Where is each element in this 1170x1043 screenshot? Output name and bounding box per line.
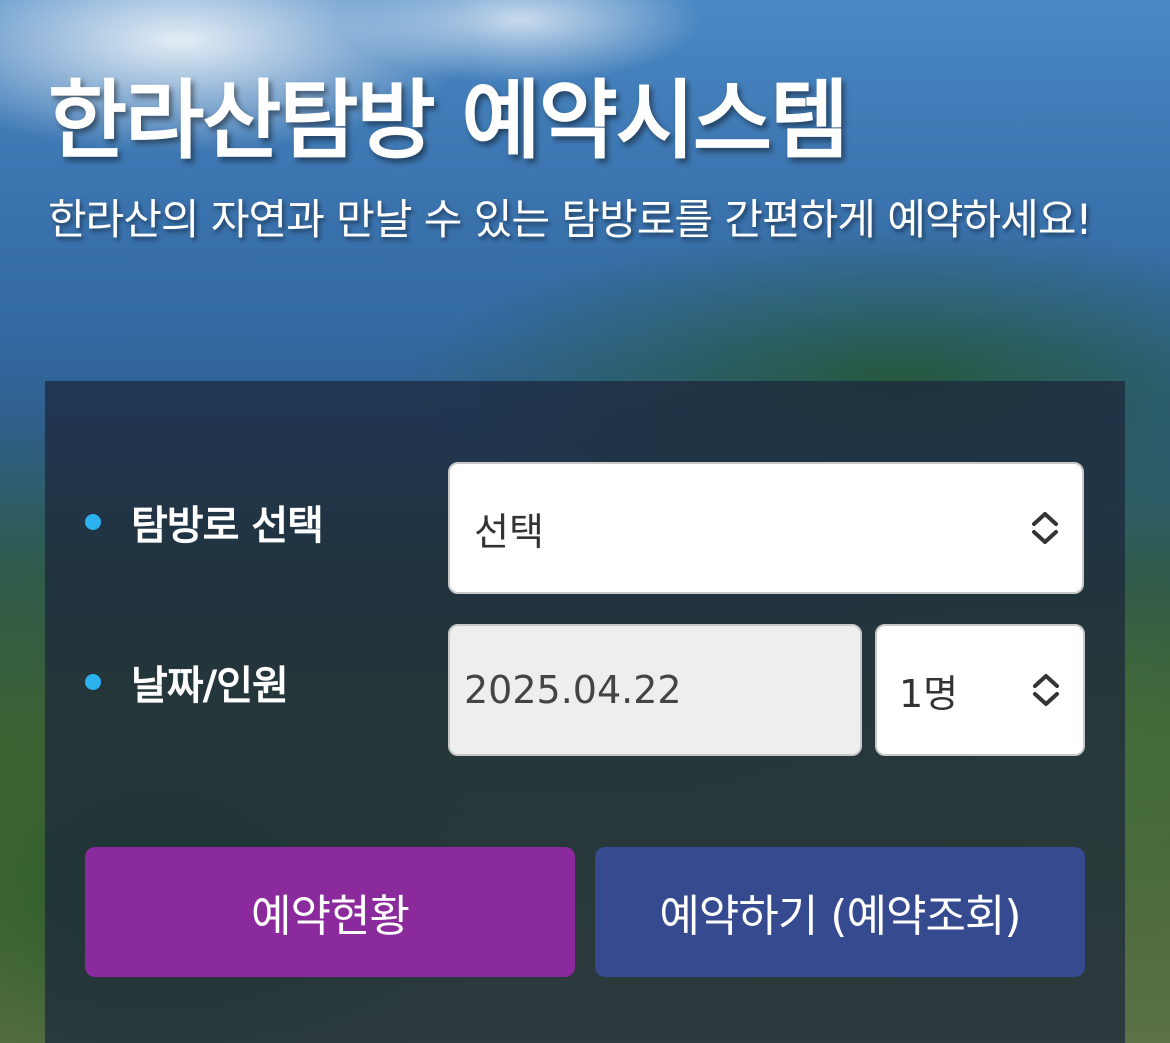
- date-people-label: 날짜/인원: [131, 663, 289, 709]
- bullet-icon: [85, 674, 101, 690]
- page-subtitle: 한라산의 자연과 만날 수 있는 탐방로를 간편하게 예약하세요!: [48, 195, 1092, 244]
- trail-label-row: 탐방로 선택: [85, 493, 324, 551]
- date-value: 2025.04.22: [464, 668, 682, 712]
- reservation-status-button[interactable]: 예약현황: [85, 847, 575, 977]
- date-people-label-row: 날짜/인원: [85, 653, 289, 711]
- updown-chevron-icon: [1032, 512, 1058, 544]
- people-select-value: 1명: [899, 671, 959, 716]
- people-select[interactable]: 1명: [875, 624, 1085, 756]
- page-title: 한라산탐방 예약시스템: [48, 71, 849, 171]
- bullet-icon: [85, 514, 101, 530]
- make-reservation-button[interactable]: 예약하기 (예약조회): [595, 847, 1085, 977]
- updown-chevron-icon: [1033, 674, 1059, 706]
- trail-label: 탐방로 선택: [131, 503, 324, 549]
- date-field[interactable]: 2025.04.22: [448, 624, 862, 756]
- trail-select[interactable]: 선택: [448, 462, 1084, 594]
- trail-select-value: 선택: [474, 509, 544, 554]
- reservation-panel: 탐방로 선택 선택 날짜/인원 2025.04.22 1명 예약현황 예약하기 …: [45, 381, 1125, 1043]
